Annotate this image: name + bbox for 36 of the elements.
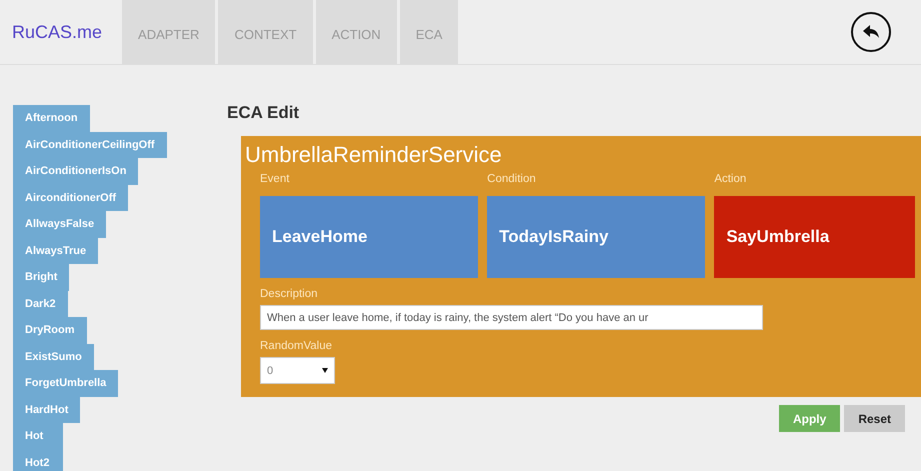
service-name: UmbrellaReminderService	[245, 142, 503, 168]
sidebar-item[interactable]: AirConditionerCeilingOff	[13, 132, 167, 158]
back-button[interactable]	[851, 12, 891, 52]
field-label: Description	[260, 288, 318, 300]
slot-label: Action	[714, 173, 748, 185]
page-heading: ECA Edit	[227, 103, 300, 123]
back-arrow-icon	[862, 25, 880, 39]
sidebar-item[interactable]: ForgetUmbrella	[13, 370, 118, 396]
nav-tab[interactable]: ECA	[400, 0, 458, 64]
sidebar-item[interactable]: Hot	[13, 423, 63, 450]
sidebar-item[interactable]: HardHot	[13, 396, 80, 423]
sidebar-item[interactable]: AlwaysTrue	[13, 238, 98, 264]
condition-card[interactable]: TodayIsRainy	[487, 196, 706, 278]
sidebar-item[interactable]: DryRoom	[13, 317, 87, 344]
nav-tab[interactable]: ACTION	[316, 0, 397, 64]
nav-tab[interactable]: ADAPTER	[122, 0, 216, 64]
sidebar-item[interactable]: AirconditionerOff	[13, 184, 128, 211]
slot-label: Event	[260, 173, 290, 185]
brand-link[interactable]: RuCAS.me	[0, 0, 122, 64]
sidebar-item[interactable]: AllwaysFalse	[13, 211, 106, 238]
apply-button[interactable]: Apply	[778, 405, 840, 432]
nav-tab[interactable]: CONTEXT	[218, 0, 313, 64]
sidebar-item[interactable]: Bright	[13, 264, 70, 290]
sidebar-item[interactable]: Dark2	[13, 290, 68, 317]
sidebar-item[interactable]: Afternoon	[13, 105, 90, 132]
caret-icon	[322, 368, 328, 373]
field-label: RandomValue	[260, 340, 332, 352]
sidebar-item[interactable]: Hot2	[13, 450, 63, 471]
sidebar-item[interactable]: ExistSumo	[13, 344, 94, 370]
action-card[interactable]: SayUmbrella	[714, 196, 916, 278]
reset-button[interactable]: Reset	[844, 405, 905, 432]
slot-label: Condition	[487, 173, 537, 185]
description-field[interactable]: When a user leave home, if today is rainy, the system alert “Do you have an ur	[260, 305, 763, 330]
random-value-dropdown[interactable]: 0	[260, 357, 335, 384]
sidebar-item[interactable]: AirConditionerIsOn	[13, 158, 138, 184]
event-card[interactable]: LeaveHome	[260, 196, 478, 278]
